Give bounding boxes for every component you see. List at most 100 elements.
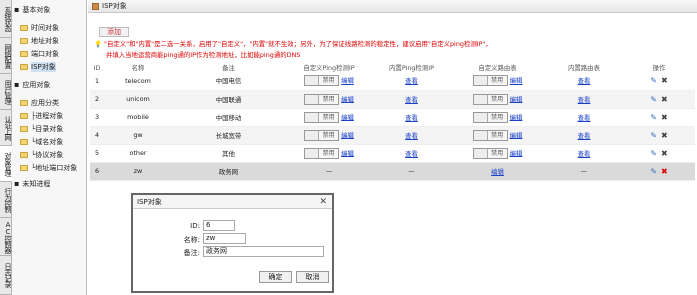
tree-item-app-category[interactable]: 应用分类 <box>20 98 59 108</box>
disable-toggle[interactable]: 禁用 <box>472 75 508 87</box>
disable-label: 禁用 <box>486 94 507 104</box>
view-link[interactable]: 查看 <box>578 132 591 140</box>
view-link[interactable]: 查看 <box>578 77 591 85</box>
vtab-behavior-control[interactable]: 行为控制 <box>0 182 12 218</box>
vtab-user-management[interactable]: 用户管理 <box>0 74 12 110</box>
edit-link[interactable]: 编辑 <box>341 131 354 139</box>
view-link[interactable]: 查看 <box>405 114 418 122</box>
edit-icon[interactable]: ✎ <box>650 95 657 104</box>
vtab-system-status[interactable]: 系统状态 <box>0 0 12 38</box>
cell-ops: ✎ ✖ <box>623 144 695 163</box>
delete-icon[interactable]: ✖ <box>661 131 668 140</box>
vtab-ac-controller[interactable]: AC控制器 <box>0 218 12 256</box>
add-button[interactable]: 添加 <box>99 27 129 37</box>
collapse-icon[interactable]: ▪ <box>14 81 19 89</box>
edit-link[interactable]: 编辑 <box>341 149 354 157</box>
edit-link[interactable]: 编辑 <box>341 77 354 85</box>
tree-item-port[interactable]: 端口对象 <box>20 49 59 59</box>
cell-remark: 中国电信 <box>172 72 285 91</box>
tree-item-process[interactable]: ├进程对象 <box>20 111 63 121</box>
cell-custom-route: 禁用 编辑 <box>450 108 545 127</box>
edit-link[interactable]: 编辑 <box>491 168 504 176</box>
remark-field[interactable]: 政务网 <box>203 246 324 257</box>
vtab-log-records[interactable]: 日志记录 <box>0 256 12 295</box>
edit-link[interactable]: 编辑 <box>510 113 523 121</box>
cell-builtin-ping: 查看 <box>373 90 450 109</box>
id-field[interactable]: 6 <box>203 220 235 231</box>
edit-link[interactable]: 编辑 <box>510 131 523 139</box>
edit-link[interactable]: 编辑 <box>510 149 523 157</box>
edit-link[interactable]: 编辑 <box>510 95 523 103</box>
view-link[interactable]: 查看 <box>405 77 418 85</box>
delete-icon[interactable]: ✖ <box>661 76 668 85</box>
cell-builtin-route: 查看 <box>545 72 623 91</box>
table-header: ID 名称 备注 自定义Ping检测IP 内置Ping检测IP 自定义路由表 内… <box>90 63 695 73</box>
delete-icon[interactable]: ✖ <box>661 167 668 176</box>
tree-group-basic[interactable]: ▪ 基本对象 <box>14 5 50 15</box>
disable-toggle[interactable]: 禁用 <box>472 129 508 141</box>
delete-icon[interactable]: ✖ <box>661 95 668 104</box>
disable-label: 禁用 <box>318 112 339 122</box>
view-link[interactable]: 查看 <box>405 132 418 140</box>
tree-item-directory[interactable]: └目录对象 <box>20 124 63 134</box>
edit-icon[interactable]: ✎ <box>650 113 657 122</box>
disable-toggle[interactable]: 禁用 <box>304 129 340 141</box>
cell-custom-route: 禁用 编辑 <box>450 72 545 91</box>
confirm-button[interactable]: 确定 <box>259 271 292 283</box>
view-link[interactable]: 查看 <box>578 96 591 104</box>
tree-item-address[interactable]: 地址对象 <box>20 36 59 46</box>
vtab-auth-internet[interactable]: 认证上网 <box>0 110 12 146</box>
tree-item-protocol[interactable]: └协议对象 <box>20 150 63 160</box>
cell-custom-route: 禁用 编辑 <box>450 90 545 109</box>
disable-label: 禁用 <box>486 112 507 122</box>
view-link[interactable]: 查看 <box>578 150 591 158</box>
collapse-icon[interactable]: ▪ <box>14 6 19 14</box>
tree-item-label: 时间对象 <box>31 24 59 32</box>
edit-link[interactable]: 编辑 <box>341 95 354 103</box>
tree-item-label: 地址对象 <box>31 37 59 45</box>
table-row: 5 other 其他 禁用 编辑 查看 禁用 编辑 查看 ✎ ✖ <box>90 144 695 163</box>
cell-name: unicom <box>104 90 172 109</box>
vtab-object-management[interactable]: 对象管理 <box>0 146 12 182</box>
tree-item-time[interactable]: 时间对象 <box>20 23 59 33</box>
field-row-name: 名称: zw <box>133 233 332 245</box>
edit-link[interactable]: 编辑 <box>341 113 354 121</box>
disable-toggle[interactable]: 禁用 <box>304 147 340 159</box>
disable-toggle[interactable]: 禁用 <box>304 93 340 105</box>
tree-item-label: ├进程对象 <box>31 112 64 120</box>
cell-custom-ping: 禁用 编辑 <box>285 126 373 145</box>
folder-icon <box>20 64 28 70</box>
disable-toggle[interactable]: 禁用 <box>472 111 508 123</box>
edit-icon[interactable]: ✎ <box>650 149 657 158</box>
tree-item-isp[interactable]: ISP对象 <box>20 62 56 72</box>
cell-remark: 长城宽带 <box>172 126 285 145</box>
name-field[interactable]: zw <box>203 233 246 244</box>
tree-item-label: 应用分类 <box>31 99 59 107</box>
edit-icon[interactable]: ✎ <box>650 131 657 140</box>
view-link[interactable]: 查看 <box>405 96 418 104</box>
table-row-selected: 6 zw 政务网 — — 编辑 — ✎ ✖ <box>90 162 695 181</box>
tree-item-address-port[interactable]: └地址端口对象 <box>20 163 77 173</box>
delete-icon[interactable]: ✖ <box>661 113 668 122</box>
close-icon[interactable]: ✕ <box>319 195 327 209</box>
disable-toggle[interactable]: 禁用 <box>472 93 508 105</box>
tree-group-label: 基本对象 <box>22 6 51 14</box>
disable-toggle[interactable]: 禁用 <box>472 147 508 159</box>
delete-icon[interactable]: ✖ <box>661 149 668 158</box>
col-builtin-ping: 内置Ping检测IP <box>389 64 434 72</box>
tree-item-unknown-process[interactable]: ▪ 未知进程 <box>14 179 50 189</box>
tree-group-app[interactable]: ▪ 应用对象 <box>14 80 50 90</box>
cell-custom-ping: 禁用 编辑 <box>285 90 373 109</box>
view-link[interactable]: 查看 <box>578 114 591 122</box>
vertical-nav: 系统状态 网络配置 用户管理 认证上网 对象管理 行为控制 AC控制器 日志记录 <box>0 0 12 295</box>
disable-toggle[interactable]: 禁用 <box>304 75 340 87</box>
disable-toggle[interactable]: 禁用 <box>304 111 340 123</box>
tree-item-domain[interactable]: └域名对象 <box>20 137 63 147</box>
edit-icon[interactable]: ✎ <box>650 167 657 176</box>
cancel-button[interactable]: 取消 <box>296 271 329 283</box>
view-link[interactable]: 查看 <box>405 150 418 158</box>
vtab-network-config[interactable]: 网络配置 <box>0 38 12 74</box>
edit-icon[interactable]: ✎ <box>650 76 657 85</box>
bullet-icon: ▪ <box>14 179 20 188</box>
edit-link[interactable]: 编辑 <box>510 77 523 85</box>
